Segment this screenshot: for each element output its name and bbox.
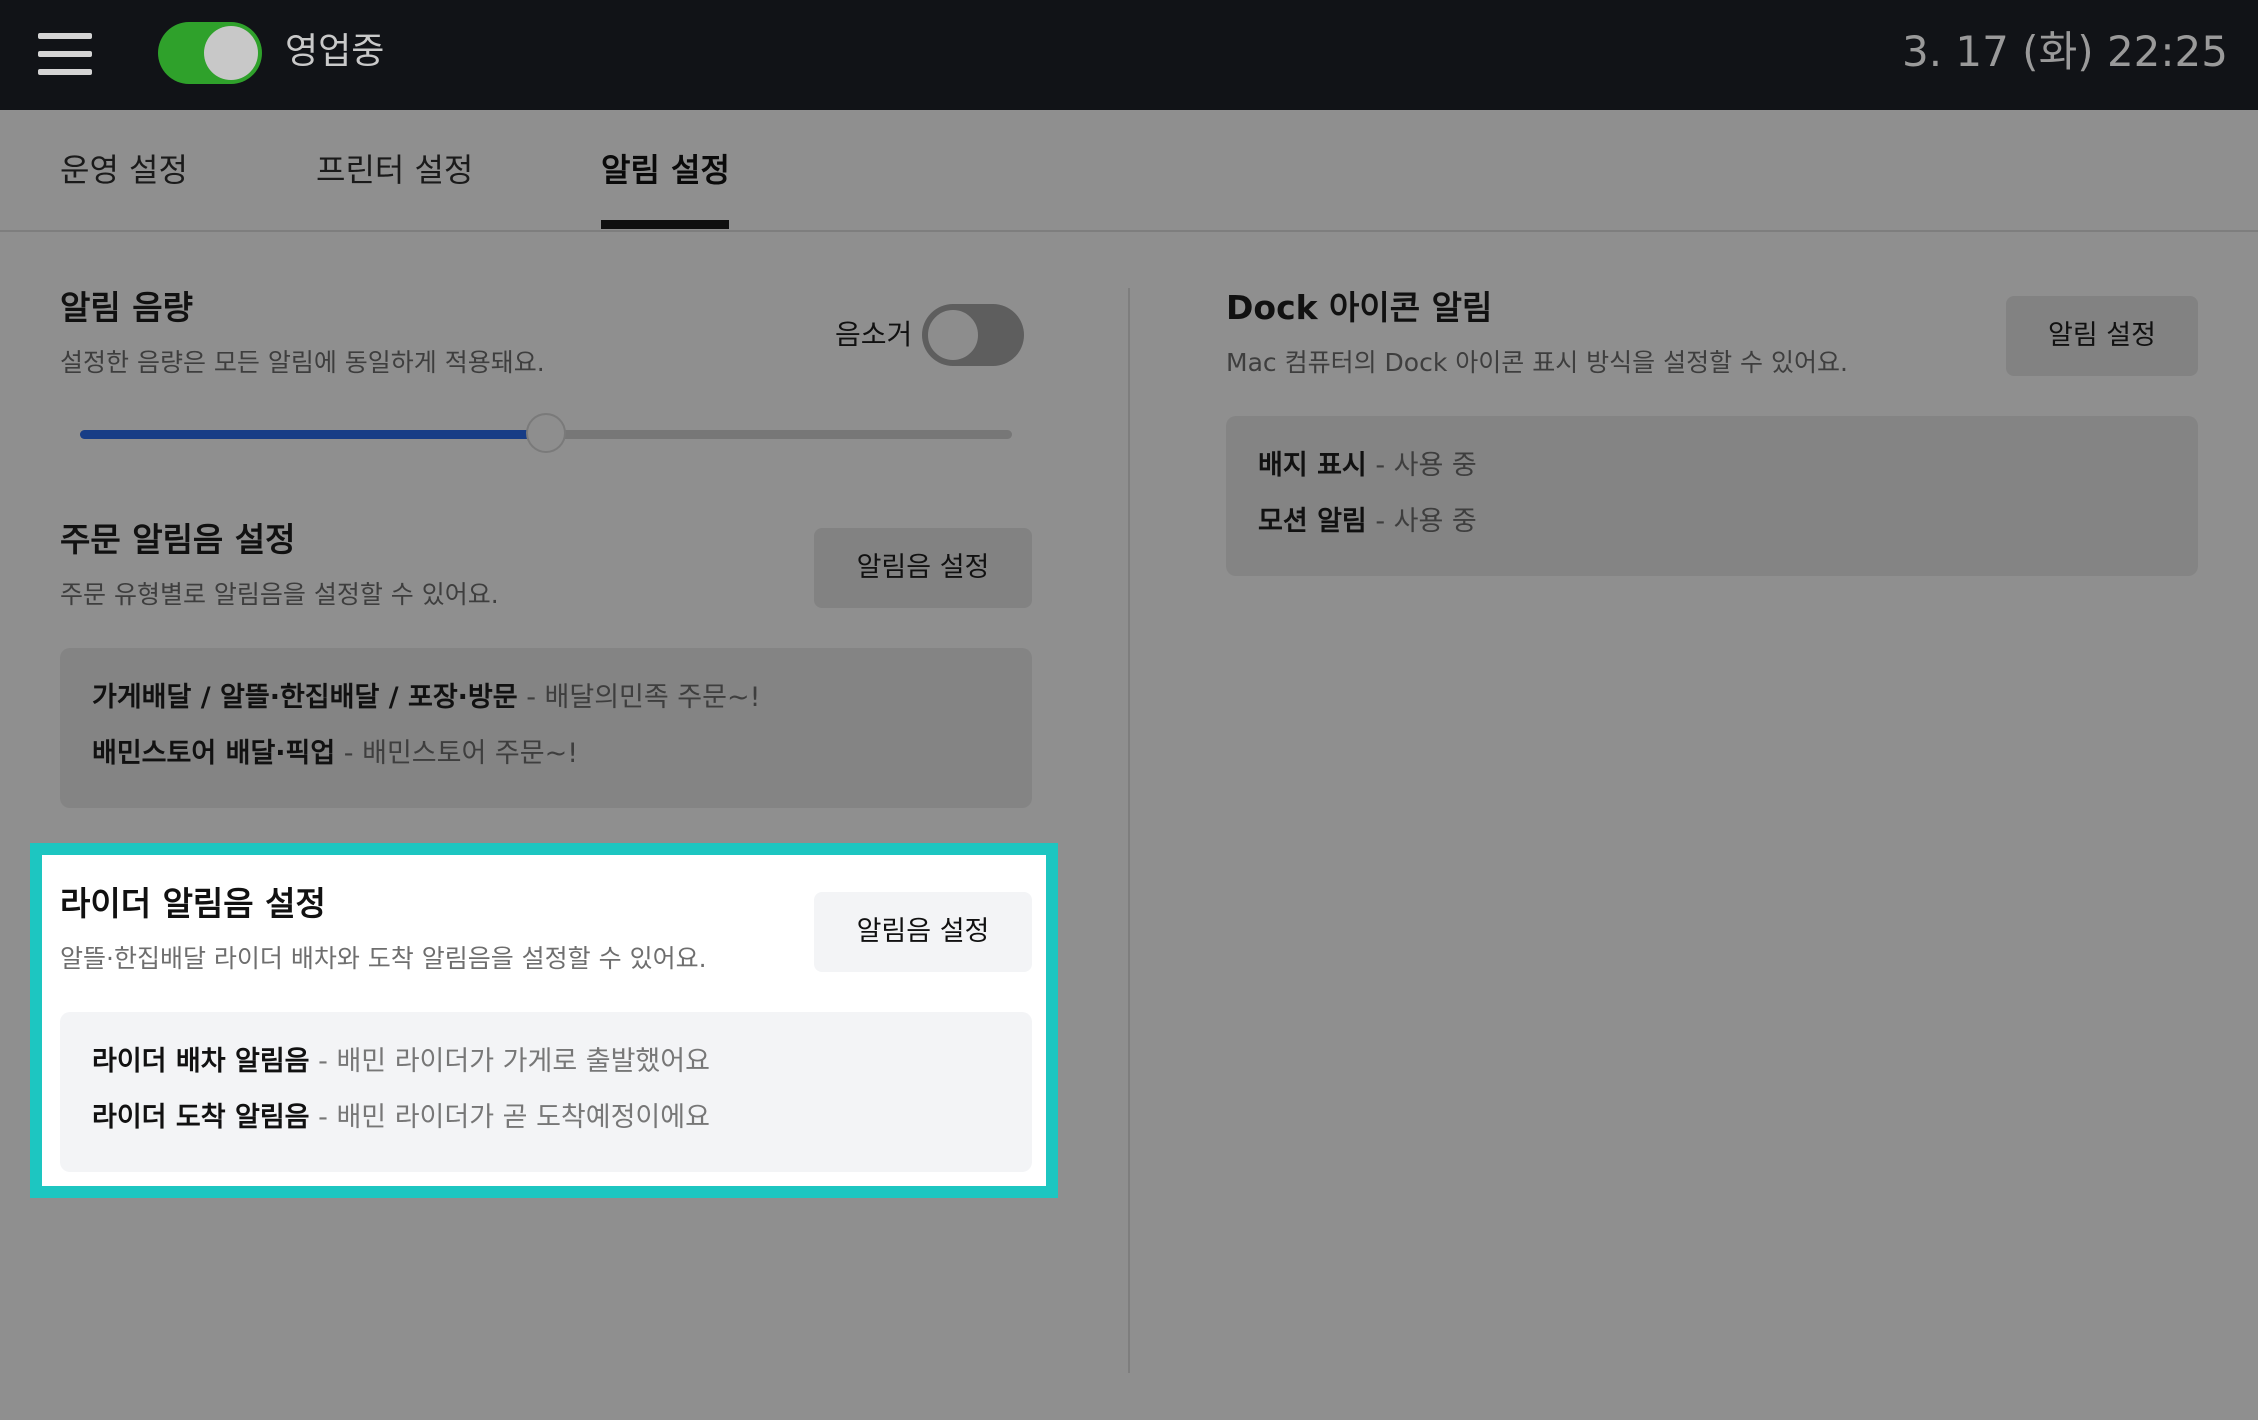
order-sound-description: 주문 유형별로 알림음을 설정할 수 있어요.: [60, 580, 499, 609]
order-sound-item-value: - 배달의민족 주문~!: [517, 682, 761, 713]
dock-notification-settings-button[interactable]: 알림 설정: [2006, 296, 2198, 376]
rider-sound-item-value: - 배민 라이더가 가게로 출발했어요: [309, 1046, 710, 1077]
order-sound-item-name: 가게배달 / 알뜰·한집배달 / 포장·방문: [92, 682, 518, 713]
tab-notification-settings[interactable]: 알림 설정: [601, 146, 730, 194]
business-status-label: 영업중: [285, 31, 385, 72]
rider-sound-item-name: 라이더 도착 알림음: [92, 1102, 310, 1133]
top-bar: 영업중 3. 17 (화) 22:25: [0, 0, 2258, 110]
dock-item-name: 모션 알림: [1258, 506, 1367, 537]
rider-sound-item-name: 라이더 배차 알림음: [92, 1046, 310, 1077]
rider-sound-title: 라이더 알림음 설정: [60, 884, 326, 923]
order-sound-title: 주문 알림음 설정: [60, 520, 296, 559]
rider-sound-item-value: - 배민 라이더가 곧 도착예정이에요: [309, 1102, 710, 1133]
mute-toggle[interactable]: [922, 304, 1024, 366]
volume-slider-thumb[interactable]: [526, 413, 566, 453]
dock-item: 배지 표시 - 사용 중: [1258, 446, 1477, 486]
current-datetime: 3. 17 (화) 22:25: [1901, 27, 2228, 76]
volume-slider-fill: [80, 430, 546, 439]
settings-tabs: 운영 설정 프린터 설정 알림 설정: [0, 110, 2258, 232]
order-sound-item: 배민스토어 배달·픽업 - 배민스토어 주문~!: [92, 734, 578, 774]
rider-sound-highlight: 라이더 알림음 설정 알뜰·한집배달 라이더 배차와 도착 알림음을 설정할 수…: [30, 843, 1058, 1198]
order-sound-settings-button[interactable]: 알림음 설정: [814, 528, 1032, 608]
tab-operation-settings[interactable]: 운영 설정: [60, 146, 188, 194]
column-divider: [1128, 288, 1130, 1373]
dock-info-box: 배지 표시 - 사용 중 모션 알림 - 사용 중: [1226, 416, 2198, 576]
volume-slider[interactable]: [80, 413, 1012, 453]
tab-printer-settings[interactable]: 프린터 설정: [316, 146, 473, 194]
mute-label: 음소거: [835, 318, 913, 351]
volume-description: 설정한 음량은 모든 알림에 동일하게 적용돼요.: [60, 348, 545, 377]
rider-sound-item: 라이더 배차 알림음 - 배민 라이더가 가게로 출발했어요: [92, 1042, 710, 1082]
volume-title: 알림 음량: [60, 288, 193, 327]
rider-sound-item: 라이더 도착 알림음 - 배민 라이더가 곧 도착예정이에요: [92, 1098, 710, 1138]
hamburger-menu-icon[interactable]: [38, 33, 92, 75]
order-sound-item: 가게배달 / 알뜰·한집배달 / 포장·방문 - 배달의민족 주문~!: [92, 678, 760, 718]
order-sound-item-name: 배민스토어 배달·픽업: [92, 738, 336, 769]
order-sound-info-box: 가게배달 / 알뜰·한집배달 / 포장·방문 - 배달의민족 주문~! 배민스토…: [60, 648, 1032, 808]
toggle-knob: [926, 308, 980, 362]
dock-item-value: - 사용 중: [1366, 506, 1477, 537]
dock-item: 모션 알림 - 사용 중: [1258, 502, 1477, 542]
order-sound-item-value: - 배민스토어 주문~!: [335, 738, 579, 769]
business-status-toggle[interactable]: [158, 22, 262, 84]
toggle-knob: [204, 26, 258, 80]
rider-sound-settings-button[interactable]: 알림음 설정: [814, 892, 1032, 972]
rider-sound-info-box: 라이더 배차 알림음 - 배민 라이더가 가게로 출발했어요 라이더 도착 알림…: [60, 1012, 1032, 1172]
rider-sound-description: 알뜰·한집배달 라이더 배차와 도착 알림음을 설정할 수 있어요.: [60, 944, 707, 973]
dock-item-name: 배지 표시: [1258, 450, 1367, 481]
dock-description: Mac 컴퓨터의 Dock 아이콘 표시 방식을 설정할 수 있어요.: [1226, 348, 1848, 377]
dock-title: Dock 아이콘 알림: [1226, 288, 1493, 327]
dock-item-value: - 사용 중: [1366, 450, 1477, 481]
active-tab-indicator: [601, 220, 729, 229]
